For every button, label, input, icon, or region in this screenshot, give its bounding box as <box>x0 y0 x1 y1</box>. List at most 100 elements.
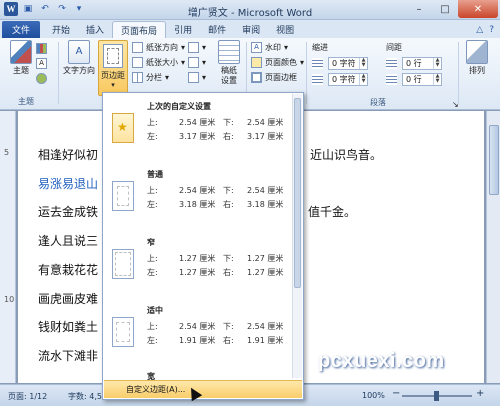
tab-view[interactable]: 视图 <box>268 21 302 38</box>
scrollbar-thumb[interactable] <box>489 125 499 195</box>
theme-effects-icon <box>36 73 47 84</box>
indent-right-field[interactable]: 0 字符 ▲ ▼ <box>328 73 368 86</box>
zoom-slider-knob[interactable] <box>434 391 439 401</box>
preset-right-label: 右: <box>223 132 234 141</box>
margin-preset-normal[interactable]: 普通 上: 2.54 厘米 下: 2.54 厘米 左: 3.18 厘米 右: 3… <box>103 163 291 231</box>
theme-effects-button[interactable] <box>36 72 47 85</box>
theme-fonts-button[interactable]: A <box>36 57 47 70</box>
indent-right-value: 0 字符 <box>332 75 356 84</box>
spacing-after-icon <box>386 73 397 86</box>
custom-margins-button[interactable]: 自定义边距(A)... <box>104 380 302 398</box>
columns-button[interactable]: 分栏 ▾ <box>132 71 169 84</box>
document-line-tail: 值千金。 <box>308 205 357 219</box>
tab-home[interactable]: 开始 <box>44 21 78 38</box>
arrange-label: 排列 <box>469 66 485 75</box>
close-button[interactable]: ✕ <box>458 0 498 18</box>
zoom-level[interactable]: 100% <box>362 391 385 400</box>
tab-references[interactable]: 引用 <box>166 21 200 38</box>
spacing-before-value: 0 行 <box>406 59 422 68</box>
preset-right: 1.91 厘米 <box>247 336 284 345</box>
normal-preset-icon <box>112 181 134 211</box>
margin-preset-moderate[interactable]: 适中 上: 2.54 厘米 下: 2.54 厘米 左: 1.91 厘米 右: 1… <box>103 299 291 367</box>
ribbon-tabs: 文件 开始 插入 页面布局 引用 邮件 审阅 视图 △ ? <box>0 20 500 38</box>
orientation-button[interactable]: 纸张方向 ▾ <box>132 41 185 54</box>
indent-heading: 缩进 <box>312 41 328 54</box>
preset-bottom: 1.27 厘米 <box>247 254 284 263</box>
spacing-after-spinner-icon[interactable]: ▲ ▼ <box>433 74 441 85</box>
indent-right-spinner-icon[interactable]: ▲ ▼ <box>359 74 367 85</box>
preset-left-label: 左: <box>147 132 158 141</box>
manuscript-settings-button[interactable]: 稿纸设置 <box>215 40 243 86</box>
tab-page-layout[interactable]: 页面布局 <box>112 21 167 38</box>
preset-right: 1.27 厘米 <box>247 268 284 277</box>
preset-right: 3.18 厘米 <box>247 200 284 209</box>
indent-left-spinner-icon[interactable]: ▲ ▼ <box>359 58 367 69</box>
text-direction-button[interactable]: A 文字方向 <box>62 40 96 76</box>
maximize-button[interactable]: □ <box>432 0 458 18</box>
preset-bottom: 2.54 厘米 <box>247 186 284 195</box>
spacing-after-field[interactable]: 0 行 ▲ ▼ <box>402 73 442 86</box>
preset-left: 1.27 厘米 <box>179 268 216 277</box>
tab-file[interactable]: 文件 <box>2 21 41 38</box>
zoom-slider[interactable] <box>402 391 472 401</box>
theme-fonts-icon: A <box>36 58 47 69</box>
arrange-icon <box>466 40 488 64</box>
breaks-button[interactable]: ▾ <box>188 41 206 54</box>
page-color-icon <box>251 57 262 68</box>
preset-bottom-label: 下: <box>223 118 234 127</box>
line-numbers-button[interactable]: ▾ <box>188 56 206 69</box>
margins-button[interactable]: 页边距 ▾ <box>98 40 128 96</box>
paragraph-group-label: 段落 <box>370 98 386 107</box>
zoom-in-button[interactable]: + <box>476 388 484 399</box>
orientation-label: 纸张方向 <box>146 43 178 52</box>
preset-top-label: 上: <box>147 254 158 263</box>
page-border-button[interactable]: 页面边框 <box>251 71 297 84</box>
ribbon-help-controls: △ ? <box>476 21 500 38</box>
dropdown-scrollbar[interactable] <box>292 94 302 378</box>
page-color-button[interactable]: 页面颜色 ▾ <box>251 56 304 69</box>
preset-top-label: 上: <box>147 118 158 127</box>
spacing-after-value: 0 行 <box>406 75 422 84</box>
document-line: 画虎画皮难 <box>38 292 99 306</box>
tab-mailings[interactable]: 邮件 <box>200 21 234 38</box>
tab-review[interactable]: 审阅 <box>234 21 268 38</box>
margin-preset-last-custom[interactable]: 上次的自定义设置 ★ 上: 2.54 厘米 下: 2.54 厘米 左: 3.17… <box>103 95 291 163</box>
spacing-before-field[interactable]: 0 行 ▲ ▼ <box>402 57 442 70</box>
size-button[interactable]: 纸张大小 ▾ <box>132 56 185 69</box>
themes-label: 主题 <box>13 66 29 75</box>
arrange-button[interactable]: 排列 <box>462 40 492 76</box>
preset-name: 上次的自定义设置 <box>147 102 211 111</box>
indent-left-field[interactable]: 0 字符 ▲ ▼ <box>328 57 368 70</box>
spacing-before-spinner-icon[interactable]: ▲ ▼ <box>433 58 441 69</box>
document-line: 钱财如粪土 <box>38 320 99 334</box>
preset-name: 窄 <box>147 238 155 247</box>
columns-label: 分栏 <box>146 73 162 82</box>
themes-group-label: 主题 <box>18 97 34 106</box>
preset-top: 2.54 厘米 <box>179 186 216 195</box>
hyphenation-icon <box>188 72 199 83</box>
margin-preset-wide[interactable]: 宽 <box>103 367 291 381</box>
page-count[interactable]: 页面: 1/12 <box>8 391 47 402</box>
watermark-arrow-icon: ▾ <box>284 43 289 52</box>
minimize-ribbon-icon[interactable]: △ <box>476 25 483 35</box>
columns-icon <box>132 72 143 83</box>
dropdown-scrollbar-thumb[interactable] <box>294 98 301 288</box>
document-line: 有意栽花花 <box>38 263 99 277</box>
watermark-button[interactable]: A 水印 ▾ <box>251 41 288 54</box>
tab-insert[interactable]: 插入 <box>78 21 112 38</box>
help-icon[interactable]: ? <box>489 25 494 35</box>
minimize-button[interactable]: – <box>406 0 432 18</box>
margin-preset-narrow[interactable]: 窄 上: 1.27 厘米 下: 1.27 厘米 左: 1.27 厘米 右: 1.… <box>103 231 291 299</box>
zoom-out-button[interactable]: − <box>392 388 400 399</box>
indent-left-icon <box>312 57 323 70</box>
preset-left-label: 左: <box>147 268 158 277</box>
preset-left: 3.18 厘米 <box>179 200 216 209</box>
vertical-scrollbar[interactable] <box>486 111 500 383</box>
hyphenation-button[interactable]: ▾ <box>188 71 206 84</box>
themes-button[interactable]: 主题 <box>6 40 36 76</box>
spacing-heading: 间距 <box>386 41 402 54</box>
margins-icon <box>103 44 123 68</box>
theme-colors-button[interactable] <box>36 42 47 55</box>
preset-right-label: 右: <box>223 336 234 345</box>
manuscript-label: 稿纸设置 <box>221 66 237 85</box>
